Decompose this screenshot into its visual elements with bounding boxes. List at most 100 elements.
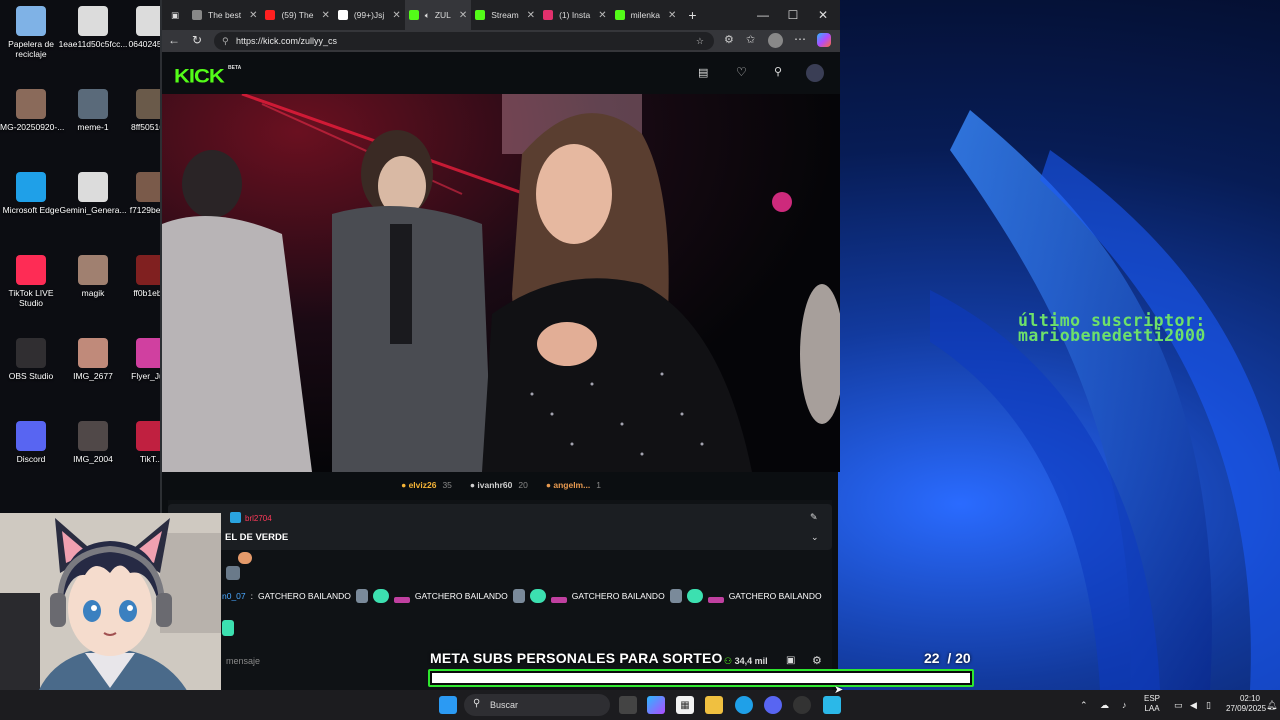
keyboard-layout: LAA bbox=[1144, 704, 1160, 713]
kick-header: KICK BETA ▤ ♡ ⚲ bbox=[162, 52, 840, 94]
browser-tab[interactable]: Stream ✕ bbox=[471, 0, 539, 30]
back-icon[interactable]: ← bbox=[168, 33, 180, 47]
chat-emote bbox=[393, 597, 410, 603]
minimize-button[interactable]: — bbox=[748, 0, 778, 30]
gifter-count: 1 bbox=[596, 480, 601, 490]
tab-audio-icon[interactable]: 🔈︎ bbox=[425, 10, 430, 21]
chat-emote bbox=[222, 620, 234, 636]
browser-tab[interactable]: The best ✕ bbox=[188, 0, 261, 30]
maximize-button[interactable]: ☐ bbox=[778, 0, 808, 30]
gifter-badge-icon: ● bbox=[401, 480, 409, 490]
tab-favicon-icon bbox=[337, 10, 348, 20]
close-tab-icon[interactable]: ✕ bbox=[321, 10, 329, 21]
tab-label: (99+)Jsj bbox=[353, 10, 385, 20]
browser-tab[interactable]: milenka ✕ bbox=[611, 0, 681, 30]
close-tab-icon[interactable]: ✕ bbox=[527, 10, 535, 21]
search-icon[interactable]: ⚲ bbox=[774, 65, 782, 78]
browser-tab[interactable]: (59) The ✕ bbox=[261, 0, 333, 30]
chat-emote bbox=[529, 589, 546, 603]
unpin-icon[interactable]: ✎ bbox=[810, 512, 818, 523]
stream-video[interactable] bbox=[162, 94, 840, 472]
clock[interactable]: 02:10 27/09/2025 bbox=[1226, 694, 1266, 714]
refresh-icon[interactable]: ↻ bbox=[192, 33, 202, 47]
desktop-icon[interactable]: Microsoft Edge bbox=[0, 172, 66, 215]
edge-icon[interactable] bbox=[735, 696, 753, 714]
chat-message-row[interactable]: n0_07: GATCHERO BAILANDO GATCHERO BAILANDO… bbox=[222, 588, 832, 604]
tab-actions-icon[interactable]: ▣ bbox=[162, 0, 188, 30]
file-explorer-icon[interactable] bbox=[705, 696, 723, 714]
url-text: https://kick.com/zullyy_cs bbox=[236, 36, 338, 46]
battery-icon[interactable]: ▯ bbox=[1206, 700, 1211, 711]
site-info-icon[interactable]: ⚲ bbox=[222, 32, 229, 50]
tab-label: milenka bbox=[630, 10, 660, 20]
tray-chevron-icon[interactable]: ⌃ bbox=[1080, 700, 1088, 711]
favorite-star-icon[interactable]: ☆ bbox=[696, 32, 704, 50]
desktop-icon[interactable]: Papelera de reciclaje bbox=[0, 6, 66, 59]
chat-emote bbox=[669, 589, 682, 603]
copilot-icon[interactable] bbox=[817, 33, 831, 47]
close-tab-icon[interactable]: ✕ bbox=[598, 10, 606, 21]
taskbar-search-label: Buscar bbox=[490, 700, 519, 710]
browser-tab[interactable]: (1) Insta ✕ bbox=[539, 0, 611, 30]
edge-icon bbox=[16, 172, 46, 202]
close-window-button[interactable]: ✕ bbox=[808, 0, 838, 30]
pinned-username[interactable]: brl2704 bbox=[245, 514, 272, 523]
close-tab-icon[interactable]: ✕ bbox=[249, 10, 257, 21]
anime-avatar-illustration bbox=[0, 513, 221, 720]
gift-icon[interactable]: ▣ bbox=[786, 655, 795, 666]
goal-progress-bar bbox=[428, 669, 974, 687]
chevron-down-icon[interactable]: ⌄ bbox=[811, 532, 819, 543]
network-icon[interactable]: ▭ bbox=[1174, 700, 1183, 711]
user-avatar[interactable] bbox=[806, 64, 824, 82]
top-gifter[interactable]: ● elviz26 35 bbox=[401, 480, 452, 490]
profile-avatar[interactable] bbox=[768, 33, 783, 48]
store-icon[interactable]: ▦ bbox=[676, 696, 694, 714]
onedrive-icon[interactable]: ☁ bbox=[1100, 700, 1109, 711]
desktop-icon[interactable]: TikTok LIVE Studio bbox=[0, 255, 66, 308]
windows-start-icon[interactable] bbox=[439, 696, 457, 714]
taskbar-search[interactable]: ⚲ Buscar bbox=[464, 694, 610, 716]
chat-settings-gear-icon[interactable]: ⚙ bbox=[812, 654, 822, 667]
kick-beta-badge: BETA bbox=[228, 65, 242, 71]
image-file-icon bbox=[78, 6, 108, 36]
discord-icon[interactable] bbox=[764, 696, 782, 714]
close-tab-icon[interactable]: ✕ bbox=[459, 10, 467, 21]
pinned-message[interactable]: por brl2704 EL DE VERDE ✎ ⌄ bbox=[168, 504, 832, 550]
desktop-icon[interactable]: OBS Studio bbox=[0, 338, 66, 381]
chat-username[interactable]: n0_07 bbox=[222, 591, 246, 601]
browse-icon[interactable]: ▤ bbox=[698, 66, 708, 79]
more-menu-icon[interactable]: ⋯ bbox=[794, 32, 806, 46]
top-gifter[interactable]: ● angelm... 1 bbox=[546, 480, 601, 490]
following-heart-icon[interactable]: ♡ bbox=[736, 65, 747, 79]
kick-logo[interactable]: KICK bbox=[174, 64, 225, 87]
chat-emote bbox=[686, 589, 703, 603]
desktop-icon[interactable]: Discord bbox=[0, 421, 66, 464]
chat-emote bbox=[550, 597, 567, 603]
volume-icon[interactable]: ◀ bbox=[1190, 700, 1197, 711]
language-code: ESP bbox=[1144, 694, 1161, 703]
tiktok-live-icon bbox=[16, 255, 46, 285]
tab-label: Stream bbox=[491, 10, 519, 20]
last-subscriber-name: mariobenedetti2000 bbox=[1018, 326, 1206, 345]
new-tab-button[interactable]: + bbox=[680, 0, 704, 30]
notification-bell-icon[interactable]: 🔔︎ bbox=[1266, 700, 1277, 711]
address-bar-row: ← ↻ ⚲ https://kick.com/zullyy_cs ☆ ⚙ ✩ ⋯ bbox=[162, 30, 840, 52]
tab-favicon-icon bbox=[265, 10, 276, 20]
top-gifter[interactable]: ● ivanhr60 20 bbox=[470, 480, 528, 490]
desktop-icon[interactable]: IMG-20250920-... bbox=[0, 89, 66, 132]
extensions-icon[interactable]: ⚙ bbox=[724, 33, 734, 46]
copilot-icon[interactable] bbox=[647, 696, 665, 714]
close-tab-icon[interactable]: ✕ bbox=[668, 10, 676, 21]
obs-icon[interactable] bbox=[793, 696, 811, 714]
browser-tab[interactable]: (99+)Jsj ✕ bbox=[334, 0, 405, 30]
close-tab-icon[interactable]: ✕ bbox=[392, 10, 400, 21]
favorites-icon[interactable]: ✩ bbox=[746, 33, 755, 46]
task-view-icon[interactable] bbox=[619, 696, 637, 714]
app-icon[interactable] bbox=[823, 696, 841, 714]
url-field[interactable]: ⚲ https://kick.com/zullyy_cs ☆ bbox=[214, 32, 714, 50]
browser-tab[interactable]: 🔈︎ ZUL ✕ bbox=[404, 0, 472, 30]
microphone-icon[interactable]: ♪ bbox=[1122, 700, 1127, 710]
tab-label: ZUL bbox=[434, 10, 451, 20]
chat-message-text: GATCHERO BAILANDO bbox=[571, 591, 665, 601]
language-indicator[interactable]: ESP LAA bbox=[1144, 694, 1160, 714]
